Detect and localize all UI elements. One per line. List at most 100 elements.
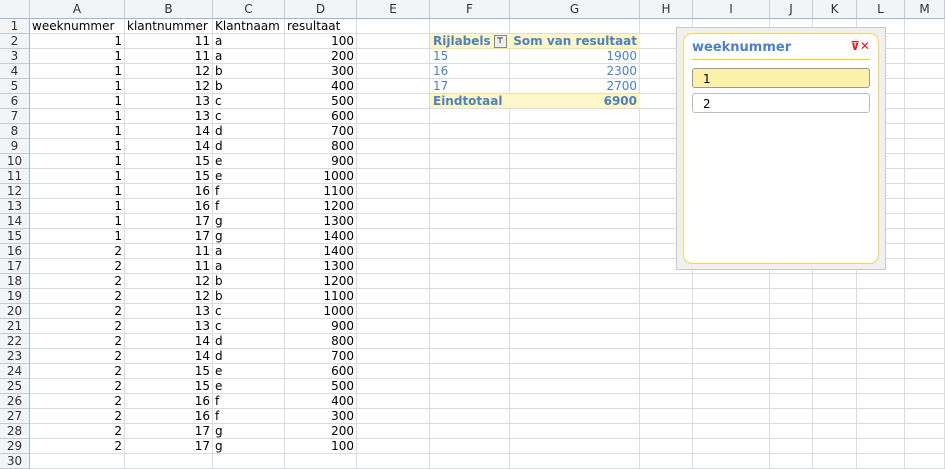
cell[interactable]	[510, 229, 640, 244]
cell[interactable]	[357, 334, 430, 349]
cell[interactable]: d	[213, 349, 285, 364]
cell[interactable]: f	[213, 394, 285, 409]
cell[interactable]	[770, 349, 813, 364]
cell[interactable]	[693, 364, 770, 379]
cell[interactable]	[357, 454, 430, 469]
cell[interactable]: 1300	[285, 259, 357, 274]
cell[interactable]	[510, 259, 640, 274]
column-header-A[interactable]: A	[30, 0, 125, 19]
cell[interactable]: f	[213, 184, 285, 199]
cell[interactable]	[510, 214, 640, 229]
cell[interactable]: b	[213, 64, 285, 79]
cell[interactable]: resultaat	[285, 19, 357, 34]
cell[interactable]: a	[213, 34, 285, 49]
cell[interactable]: 11	[125, 244, 213, 259]
cell[interactable]	[357, 244, 430, 259]
cell[interactable]	[640, 364, 693, 379]
cell[interactable]	[357, 79, 430, 94]
row-header[interactable]: 28	[0, 424, 30, 439]
cell[interactable]	[857, 394, 905, 409]
row-header[interactable]: 20	[0, 304, 30, 319]
row-header[interactable]: 29	[0, 439, 30, 454]
cell[interactable]	[693, 289, 770, 304]
cell[interactable]	[510, 364, 640, 379]
cell[interactable]	[813, 409, 857, 424]
cell[interactable]	[693, 439, 770, 454]
cell[interactable]	[430, 244, 510, 259]
cell[interactable]: 2	[30, 244, 125, 259]
cell[interactable]	[693, 319, 770, 334]
cell[interactable]	[357, 304, 430, 319]
cell[interactable]: b	[213, 79, 285, 94]
cell[interactable]: 1200	[285, 199, 357, 214]
cell[interactable]	[905, 19, 945, 34]
cell[interactable]	[357, 199, 430, 214]
cell[interactable]	[357, 259, 430, 274]
cell[interactable]	[430, 154, 510, 169]
cell[interactable]	[905, 349, 945, 364]
cell[interactable]: 1400	[285, 244, 357, 259]
cell[interactable]	[770, 439, 813, 454]
cell[interactable]	[770, 304, 813, 319]
cell[interactable]	[640, 424, 693, 439]
column-header-C[interactable]: C	[213, 0, 285, 19]
cell[interactable]	[905, 244, 945, 259]
cell[interactable]	[430, 139, 510, 154]
cell[interactable]	[357, 19, 430, 34]
cell[interactable]	[640, 394, 693, 409]
cell[interactable]: 800	[285, 139, 357, 154]
row-header[interactable]: 25	[0, 379, 30, 394]
cell[interactable]	[813, 454, 857, 469]
cell[interactable]	[905, 214, 945, 229]
cell[interactable]: 14	[125, 139, 213, 154]
cell[interactable]: 1100	[285, 289, 357, 304]
cell[interactable]	[430, 304, 510, 319]
cell[interactable]: 2	[30, 289, 125, 304]
cell[interactable]: g	[213, 439, 285, 454]
row-header[interactable]: 18	[0, 274, 30, 289]
cell[interactable]: 1	[30, 49, 125, 64]
pivot-row-label[interactable]: 15	[430, 49, 510, 64]
cell[interactable]	[430, 409, 510, 424]
cell[interactable]: 2	[30, 304, 125, 319]
cell[interactable]	[510, 319, 640, 334]
clear-filter-icon[interactable]: ⊽✕	[850, 39, 870, 53]
slicer-item-2[interactable]: 2	[692, 93, 870, 113]
cell[interactable]: d	[213, 334, 285, 349]
cell[interactable]: 2	[30, 259, 125, 274]
cell[interactable]: b	[213, 289, 285, 304]
cell[interactable]	[510, 139, 640, 154]
cell[interactable]	[693, 274, 770, 289]
cell[interactable]: 100	[285, 34, 357, 49]
cell[interactable]	[510, 304, 640, 319]
cell[interactable]	[357, 49, 430, 64]
cell[interactable]	[905, 199, 945, 214]
cell[interactable]	[905, 274, 945, 289]
cell[interactable]	[357, 394, 430, 409]
cell[interactable]: d	[213, 124, 285, 139]
row-header[interactable]: 21	[0, 319, 30, 334]
cell[interactable]	[357, 34, 430, 49]
cell[interactable]: 2	[30, 394, 125, 409]
cell[interactable]	[905, 319, 945, 334]
row-header[interactable]: 24	[0, 364, 30, 379]
cell[interactable]	[430, 184, 510, 199]
cell[interactable]	[813, 379, 857, 394]
cell[interactable]	[510, 439, 640, 454]
cell[interactable]	[905, 109, 945, 124]
cell[interactable]: 2	[30, 319, 125, 334]
cell[interactable]	[510, 274, 640, 289]
cell[interactable]	[357, 184, 430, 199]
cell[interactable]	[357, 319, 430, 334]
cell[interactable]: 14	[125, 334, 213, 349]
cell[interactable]: 500	[285, 379, 357, 394]
row-header[interactable]: 1	[0, 19, 30, 34]
cell[interactable]	[770, 424, 813, 439]
cell[interactable]	[640, 304, 693, 319]
cell[interactable]	[813, 304, 857, 319]
row-header[interactable]: 6	[0, 94, 30, 109]
cell[interactable]: e	[213, 364, 285, 379]
cell[interactable]	[430, 259, 510, 274]
row-header[interactable]: 10	[0, 154, 30, 169]
row-header[interactable]: 2	[0, 34, 30, 49]
